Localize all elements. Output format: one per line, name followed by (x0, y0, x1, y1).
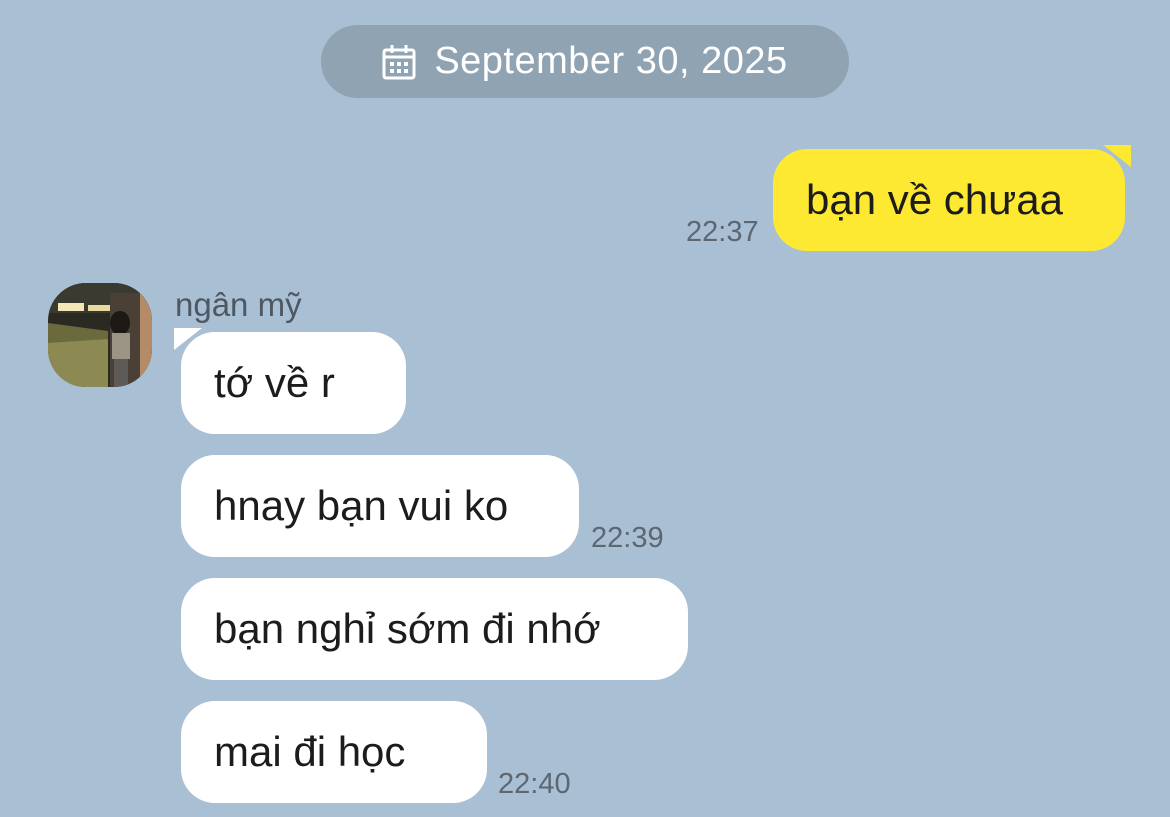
bubble-tail (174, 328, 202, 350)
message-timestamp: 22:39 (591, 522, 664, 554)
message-text: hnay bạn vui ko (214, 482, 509, 529)
message-text: bạn về chưaa (806, 176, 1063, 223)
bubble-tail (1103, 145, 1131, 167)
date-header-text: September 30, 2025 (434, 40, 788, 82)
message-timestamp: 22:37 (686, 216, 759, 248)
message-text: tớ về r (214, 359, 335, 406)
message-text: bạn nghỉ sớm đi nhớ (214, 605, 601, 652)
sender-avatar[interactable] (48, 283, 152, 387)
sent-message-bubble[interactable]: bạn về chưaa (773, 145, 1131, 251)
message-text: mai đi học (214, 728, 406, 775)
calendar-icon (382, 44, 416, 79)
received-message-bubble[interactable]: hnay bạn vui ko (181, 455, 579, 557)
received-message-bubble[interactable]: tớ về r (174, 328, 406, 434)
received-message-bubble[interactable]: mai đi học (181, 701, 487, 803)
date-header-pill: September 30, 2025 (321, 25, 849, 98)
received-message-bubble[interactable]: bạn nghỉ sớm đi nhớ (181, 578, 688, 680)
message-timestamp: 22:40 (498, 768, 571, 800)
sender-name: ngân mỹ (175, 286, 302, 323)
